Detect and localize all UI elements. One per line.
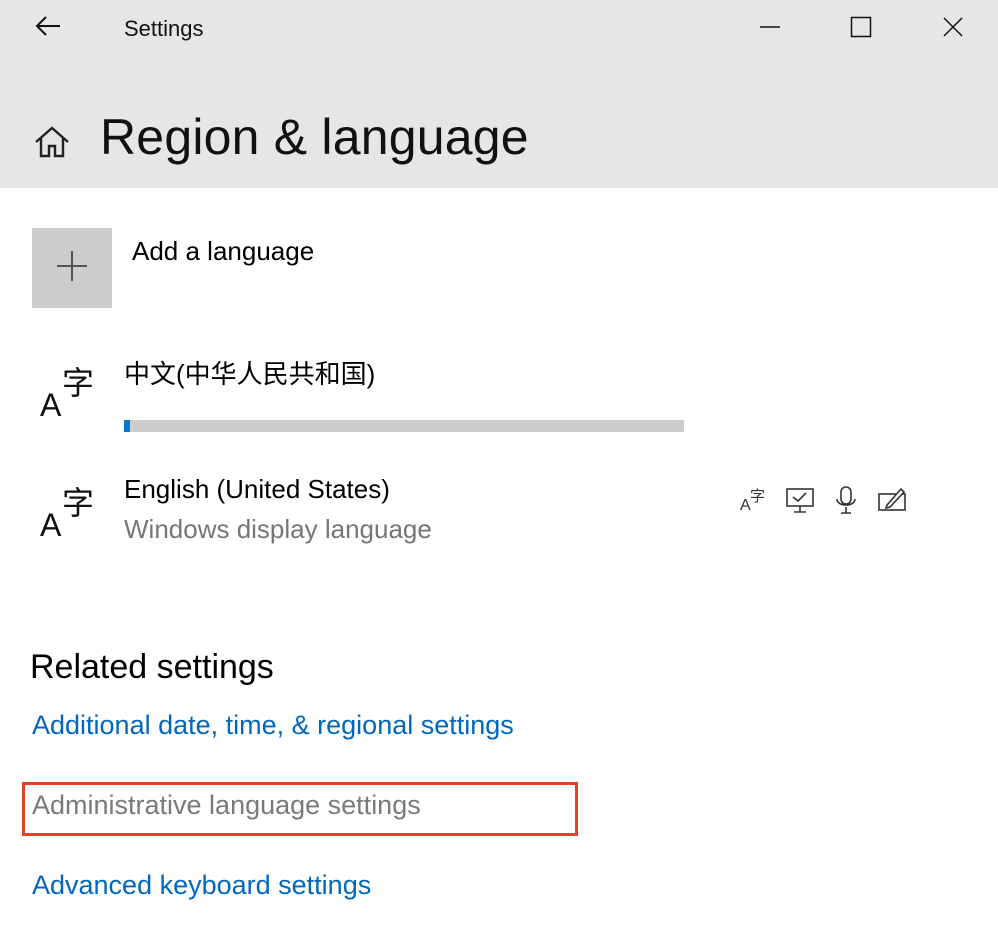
language-item-english[interactable]: A 字 English (United States) Windows disp… [32,472,932,562]
advanced-keyboard-settings-link[interactable]: Advanced keyboard settings [32,870,371,901]
minimize-button[interactable] [742,8,798,50]
title-bar: Settings Region & language [0,0,998,188]
display-language-icon [784,484,816,516]
language-name: English (United States) [124,474,390,504]
minimize-icon [759,16,781,43]
back-arrow-icon [34,14,62,43]
home-icon[interactable] [32,122,72,162]
download-progress-fill [124,420,130,432]
add-language-label: Add a language [132,236,315,266]
language-subtitle: Windows display language [124,514,432,544]
svg-text:A: A [40,507,62,538]
speech-icon [830,484,862,516]
language-feature-icons: A 字 [738,484,908,516]
add-language-tile [32,228,112,308]
app-title: Settings [124,16,204,41]
back-button[interactable] [28,10,68,46]
highlight-box [22,782,578,836]
plus-icon [55,249,89,288]
page-title: Region & language [100,109,529,165]
svg-text:A: A [40,387,62,418]
language-name: 中文(中华人民共和国) [124,359,376,389]
language-icon: A 字 [38,358,98,423]
svg-text:字: 字 [62,364,94,402]
additional-date-time-regional-link[interactable]: Additional date, time, & regional settin… [32,710,514,741]
related-settings-heading: Related settings [30,648,274,686]
download-progress-bar [124,420,684,432]
maximize-button[interactable] [833,8,889,50]
close-button[interactable] [925,8,981,50]
maximize-icon [850,16,872,43]
language-pack-icon: A 字 [738,484,770,516]
svg-text:字: 字 [750,487,765,505]
svg-text:字: 字 [62,484,94,522]
handwriting-icon [876,484,908,516]
language-item-chinese[interactable]: A 字 中文(中华人民共和国) [32,352,932,432]
close-icon [942,16,964,43]
add-language-button[interactable]: Add a language [32,228,632,308]
language-icon: A 字 [38,478,98,543]
